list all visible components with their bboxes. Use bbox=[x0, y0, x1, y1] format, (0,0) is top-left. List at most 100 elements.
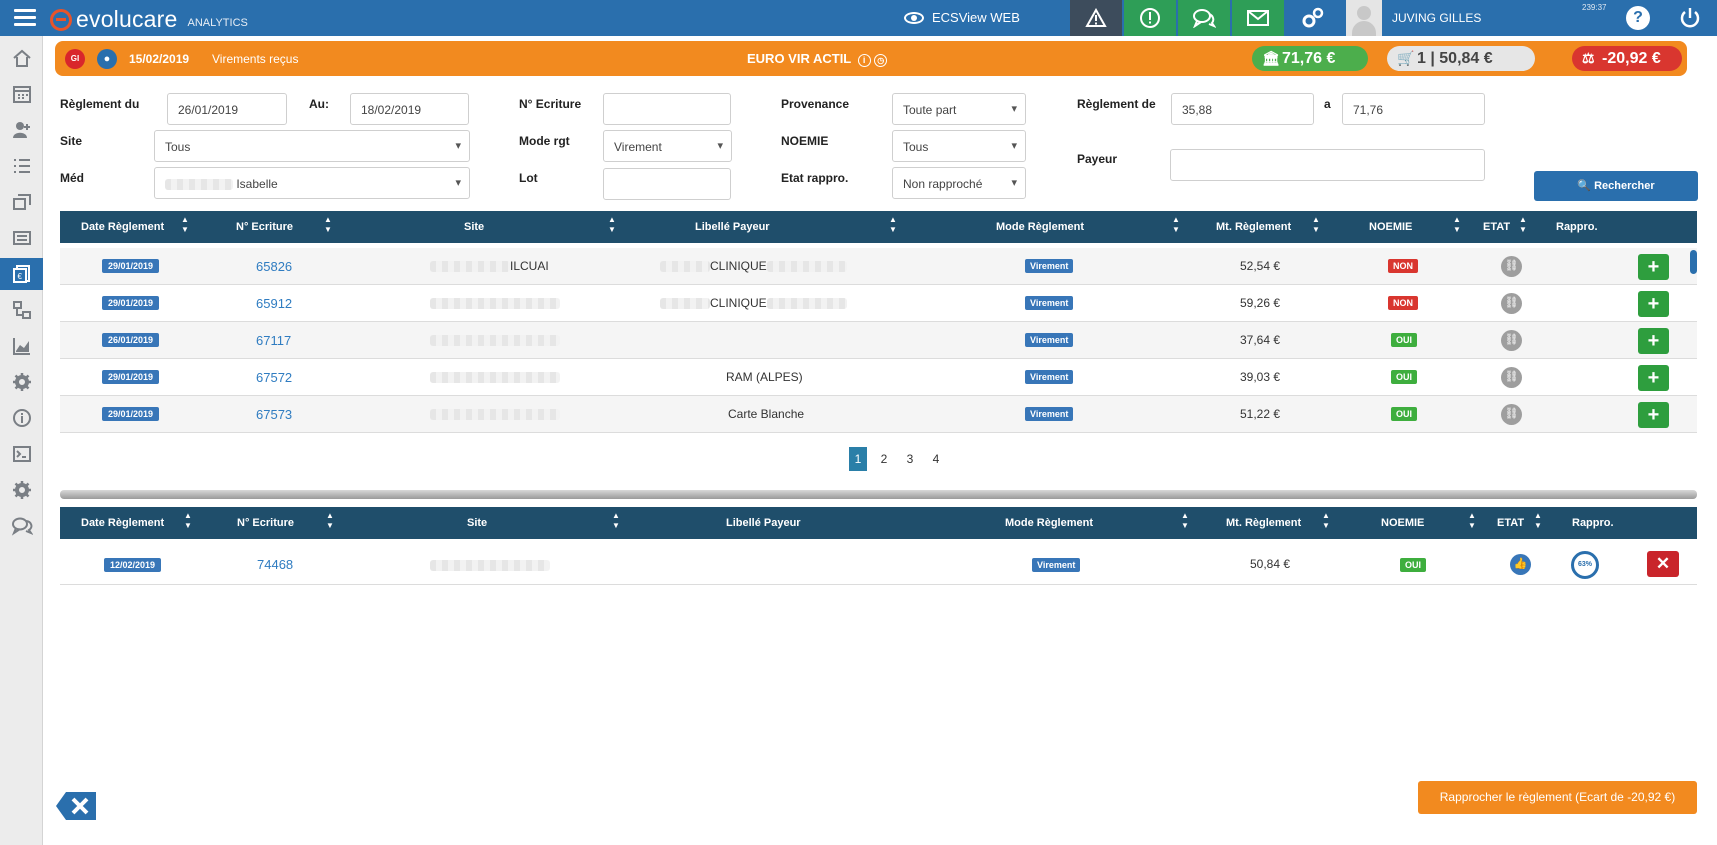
menu-icon[interactable] bbox=[14, 9, 36, 27]
chat-button[interactable] bbox=[1178, 0, 1230, 36]
col-payeur[interactable]: Libellé Payeur bbox=[695, 221, 770, 233]
table-row[interactable]: 29/01/2019 65826 ILCUAI CLINIQUE Viremen… bbox=[60, 248, 1697, 285]
table-row[interactable]: 12/02/2019 74468 Virement 50,84 € OUI 👍 … bbox=[60, 545, 1697, 585]
table-scrollbar[interactable] bbox=[1690, 250, 1697, 274]
thumbs-up-icon[interactable]: 👍 bbox=[1510, 554, 1531, 575]
sort-icon[interactable]: ▲ ▼ bbox=[326, 511, 334, 531]
ecriture-link[interactable]: 67117 bbox=[256, 333, 291, 348]
windows-icon[interactable] bbox=[0, 186, 43, 218]
add-button[interactable]: + bbox=[1638, 365, 1669, 391]
col-etat[interactable]: ETAT bbox=[1497, 517, 1524, 529]
reglement-de-input[interactable]: 35,88 bbox=[1171, 93, 1314, 125]
sort-icon[interactable]: ▲ ▼ bbox=[184, 511, 192, 531]
col-date[interactable]: Date Règlement bbox=[81, 517, 164, 529]
power-icon[interactable] bbox=[1678, 6, 1702, 30]
col-noemie[interactable]: NOEMIE bbox=[1369, 221, 1412, 233]
sort-icon[interactable]: ▲ ▼ bbox=[889, 215, 897, 235]
add-button[interactable]: + bbox=[1638, 254, 1669, 280]
page-3[interactable]: 3 bbox=[901, 447, 919, 471]
split-divider[interactable] bbox=[60, 490, 1697, 499]
sort-icon[interactable]: ▲ ▼ bbox=[324, 215, 332, 235]
n-ecriture-input[interactable] bbox=[603, 93, 731, 125]
payeur-input[interactable] bbox=[1170, 149, 1485, 181]
col-rappro[interactable]: Rappro. bbox=[1572, 517, 1614, 529]
table-row[interactable]: 26/01/2019 67117 Virement 37,64 € OUI ⛓ … bbox=[60, 322, 1697, 359]
add-button[interactable]: + bbox=[1638, 402, 1669, 428]
page-2[interactable]: 2 bbox=[875, 447, 893, 471]
add-button[interactable]: + bbox=[1638, 328, 1669, 354]
col-payeur[interactable]: Libellé Payeur bbox=[726, 517, 801, 529]
sort-icon[interactable]: ▲ ▼ bbox=[1453, 215, 1461, 235]
col-ecriture[interactable]: N° Ecriture bbox=[236, 221, 293, 233]
table-row[interactable]: 29/01/2019 65912 CLINIQUE Virement 59,26… bbox=[60, 285, 1697, 322]
diagram-icon[interactable] bbox=[0, 294, 43, 326]
unlinked-icon[interactable]: ⛓ bbox=[1501, 367, 1522, 388]
col-montant[interactable]: Mt. Règlement bbox=[1216, 221, 1291, 233]
sort-icon[interactable]: ▲ ▼ bbox=[1534, 511, 1542, 531]
sort-icon[interactable]: ▲ ▼ bbox=[1312, 215, 1320, 235]
col-mode[interactable]: Mode Règlement bbox=[1005, 517, 1093, 529]
unlinked-icon[interactable]: ⛓ bbox=[1501, 293, 1522, 314]
list-icon[interactable] bbox=[0, 150, 43, 182]
ecriture-link[interactable]: 65826 bbox=[256, 259, 292, 274]
sort-icon[interactable]: ▲ ▼ bbox=[612, 511, 620, 531]
sort-icon[interactable]: ▲ ▼ bbox=[1322, 511, 1330, 531]
help-icon[interactable]: ? bbox=[1626, 6, 1650, 30]
sort-icon[interactable]: ▲ ▼ bbox=[181, 215, 189, 235]
page-4[interactable]: 4 bbox=[927, 447, 945, 471]
col-site[interactable]: Site bbox=[464, 221, 484, 233]
home-icon[interactable] bbox=[0, 42, 43, 74]
provenance-select[interactable]: Toute part bbox=[892, 93, 1026, 125]
sort-icon[interactable]: ▲ ▼ bbox=[1519, 215, 1527, 235]
noemie-select[interactable]: Tous bbox=[892, 130, 1026, 162]
unlinked-icon[interactable]: ⛓ bbox=[1501, 404, 1522, 425]
col-etat[interactable]: ETAT bbox=[1483, 221, 1510, 233]
ecriture-link[interactable]: 65912 bbox=[256, 296, 292, 311]
mail-button[interactable] bbox=[1232, 0, 1284, 36]
lot-input[interactable] bbox=[603, 168, 731, 200]
terminal-icon[interactable] bbox=[0, 438, 43, 470]
settings-button[interactable] bbox=[1287, 0, 1339, 36]
avatar[interactable] bbox=[1346, 0, 1382, 36]
chart-icon[interactable] bbox=[0, 330, 43, 362]
au-input[interactable]: 18/02/2019 bbox=[350, 93, 469, 125]
calendar-icon[interactable] bbox=[0, 78, 43, 110]
table-row[interactable]: 29/01/2019 67572 RAM (ALPES) Virement 39… bbox=[60, 359, 1697, 396]
chat-icon[interactable] bbox=[0, 510, 43, 542]
mode-rgt-select[interactable]: Virement bbox=[603, 130, 732, 162]
warning-button[interactable] bbox=[1070, 0, 1122, 36]
info-icon[interactable] bbox=[0, 402, 43, 434]
col-mode[interactable]: Mode Règlement bbox=[996, 221, 1084, 233]
add-button[interactable]: + bbox=[1638, 291, 1669, 317]
unlinked-icon[interactable]: ⛓ bbox=[1501, 256, 1522, 277]
etat-rappro-select[interactable]: Non rapproché bbox=[892, 167, 1026, 199]
col-noemie[interactable]: NOEMIE bbox=[1381, 517, 1424, 529]
sort-icon[interactable]: ▲ ▼ bbox=[1468, 511, 1476, 531]
user-name[interactable]: JUVING GILLES bbox=[1392, 11, 1481, 25]
a-input[interactable]: 71,76 bbox=[1342, 93, 1485, 125]
printer-icon[interactable] bbox=[0, 222, 43, 254]
site-select[interactable]: Tous bbox=[154, 130, 470, 162]
col-date[interactable]: Date Règlement bbox=[81, 221, 164, 233]
info-icon[interactable]: i bbox=[857, 54, 871, 67]
sort-icon[interactable]: ▲ ▼ bbox=[608, 215, 616, 235]
ecriture-link[interactable]: 67572 bbox=[256, 370, 292, 385]
alert-button[interactable] bbox=[1124, 0, 1176, 36]
reglement-du-input[interactable]: 26/01/2019 bbox=[167, 93, 287, 125]
col-ecriture[interactable]: N° Ecriture bbox=[237, 517, 294, 529]
gear-icon[interactable] bbox=[0, 474, 43, 506]
sort-icon[interactable]: ▲ ▼ bbox=[1172, 215, 1180, 235]
col-site[interactable]: Site bbox=[467, 517, 487, 529]
remove-button[interactable]: ✕ bbox=[1647, 551, 1679, 577]
ecsview-link[interactable]: ECSView WEB bbox=[904, 10, 1020, 25]
page-1[interactable]: 1 bbox=[849, 447, 867, 471]
med-select[interactable]: Isabelle bbox=[154, 167, 470, 199]
close-icon[interactable] bbox=[56, 792, 96, 820]
table-row[interactable]: 29/01/2019 67573 Carte Blanche Virement … bbox=[60, 396, 1697, 433]
user-add-icon[interactable] bbox=[0, 114, 43, 146]
unlinked-icon[interactable]: ⛓ bbox=[1501, 330, 1522, 351]
rapprocher-button[interactable]: Rapprocher le règlement (Ecart de -20,92… bbox=[1418, 781, 1697, 814]
sort-icon[interactable]: ▲ ▼ bbox=[1181, 511, 1189, 531]
payment-icon[interactable]: € bbox=[0, 258, 43, 290]
search-button[interactable]: 🔍 Rechercher bbox=[1534, 171, 1698, 201]
